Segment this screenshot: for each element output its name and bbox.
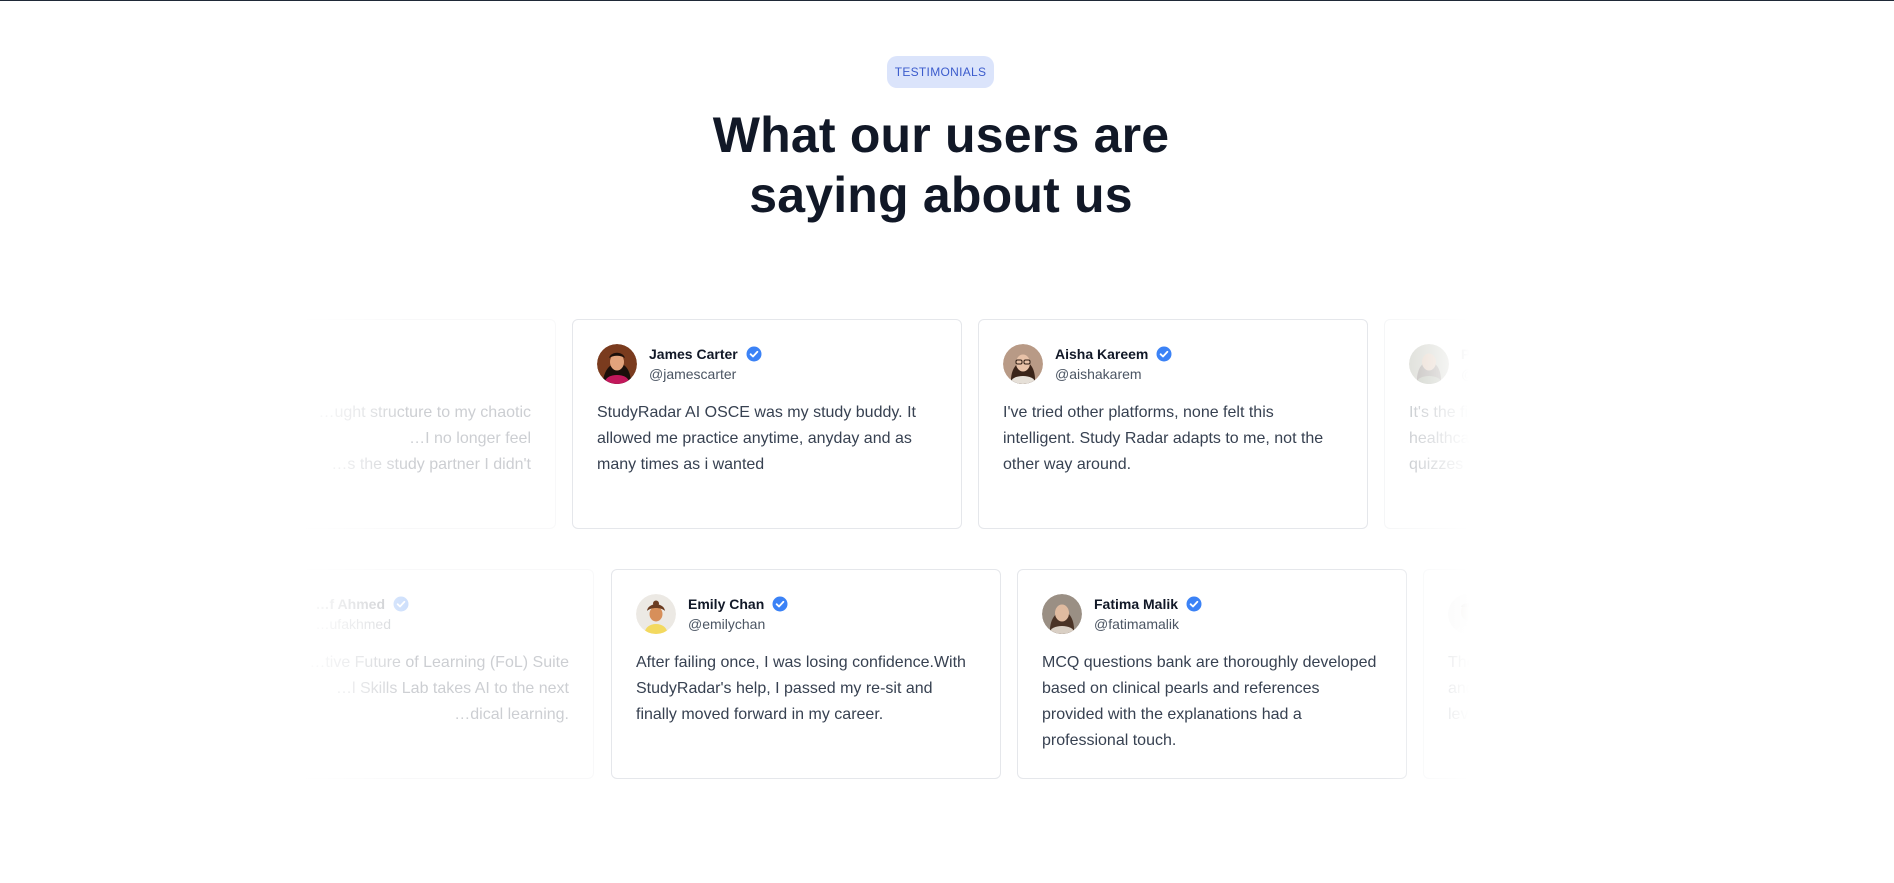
verified-icon bbox=[1156, 346, 1172, 362]
verified-icon bbox=[1595, 596, 1611, 612]
testimonial-quote: …ught structure to my chaotic …I no long… bbox=[318, 404, 531, 473]
author-name: Emily Chan bbox=[688, 596, 765, 612]
author-name: Yusuf Ahm… bbox=[1500, 596, 1587, 612]
testimonial-card[interactable]: …f Ahmed …ufakhmed …tive Future of Learn… bbox=[204, 569, 594, 779]
author-handle: @yusufakh… bbox=[1500, 616, 1585, 632]
author-handle: …ufakhmed bbox=[315, 616, 391, 632]
testimonial-quote: I've tried other platforms, none felt th… bbox=[1003, 404, 1324, 473]
author-handle: …yemi bbox=[243, 366, 287, 382]
author-handle: @fatimamalik bbox=[1094, 616, 1180, 632]
testimonial-quote: After failing once, I was losing confide… bbox=[636, 654, 966, 723]
testimonial-card[interactable]: Emily Chan @emilychan After failing once… bbox=[611, 569, 1001, 779]
avatar-icon bbox=[1042, 594, 1082, 634]
avatar-icon bbox=[636, 594, 676, 634]
author-handle: @aishakarem bbox=[1055, 366, 1142, 382]
verified-icon bbox=[251, 346, 267, 362]
title-line-2: saying about us bbox=[749, 167, 1133, 223]
testimonial-card[interactable]: James Carter @jamescarter StudyRadar AI … bbox=[572, 319, 962, 529]
testimonials-badge: TESTIMONIALS bbox=[887, 56, 994, 88]
testimonial-quote: The innovative F… and Special Skill… lev… bbox=[1448, 654, 1583, 723]
avatar-icon bbox=[1003, 344, 1043, 384]
section-title: What our users are saying about us bbox=[0, 105, 1882, 225]
testimonials-row-2: …f Ahmed …ufakhmed …tive Future of Learn… bbox=[0, 569, 1894, 781]
verified-icon bbox=[1186, 596, 1202, 612]
author-name: Prabhjot Kaur bbox=[1461, 346, 1554, 362]
testimonial-quote: StudyRadar AI OSCE was my study buddy. I… bbox=[597, 404, 916, 473]
verified-icon bbox=[393, 596, 409, 612]
verified-icon bbox=[772, 596, 788, 612]
testimonial-card[interactable]: Aisha Kareem @aishakarem I've tried othe… bbox=[978, 319, 1368, 529]
testimonials-row-1: …yemi …ught structure to my chaotic …I n… bbox=[0, 319, 1894, 531]
author-name: Fatima Malik bbox=[1094, 596, 1179, 612]
title-line-1: What our users are bbox=[712, 107, 1170, 163]
testimonial-card[interactable]: …yemi …ught structure to my chaotic …I n… bbox=[166, 319, 556, 529]
verified-icon bbox=[1562, 346, 1578, 362]
testimonial-quote: …tive Future of Learning (FoL) Suite …l … bbox=[309, 654, 569, 723]
author-handle: @emilychan bbox=[688, 616, 766, 632]
testimonial-card[interactable]: Fatima Malik @fatimamalik MCQ questions … bbox=[1017, 569, 1407, 779]
author-name: …f Ahmed bbox=[315, 596, 385, 612]
author-name: Aisha Kareem bbox=[1055, 346, 1149, 362]
verified-icon bbox=[746, 346, 762, 362]
avatar-icon bbox=[1409, 344, 1449, 384]
testimonial-card[interactable]: Yusuf Ahm… @yusufakh… The innovative F… … bbox=[1423, 569, 1813, 779]
avatar-icon bbox=[597, 344, 637, 384]
avatar-icon bbox=[1448, 594, 1488, 634]
author-handle: @jamescarter bbox=[649, 366, 737, 382]
testimonial-quote: It's the first platform t… healthcare pr… bbox=[1409, 404, 1587, 473]
testimonial-quote: MCQ questions bank are thoroughly develo… bbox=[1042, 654, 1377, 749]
author-name: James Carter bbox=[649, 346, 738, 362]
author-handle: @prabhjotkaur bbox=[1461, 366, 1554, 382]
avatar-icon bbox=[191, 344, 231, 384]
testimonial-card[interactable]: Prabhjot Kaur @prabhjotkaur It's the fir… bbox=[1384, 319, 1774, 529]
